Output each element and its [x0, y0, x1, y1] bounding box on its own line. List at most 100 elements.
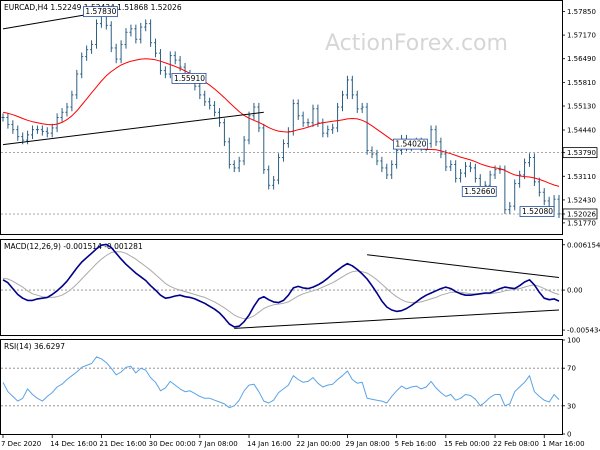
rsi-line: [2, 356, 560, 409]
price-bar: [144, 19, 148, 32]
price-bar: [1, 113, 5, 122]
price-bar: [198, 82, 202, 100]
price-bar: [557, 195, 561, 219]
price-bar: [341, 90, 345, 112]
price-bar: [326, 125, 330, 138]
price-bar: [380, 156, 384, 173]
price-bar: [537, 177, 541, 197]
x-tick-label: 14 Jan 16:00: [247, 440, 291, 448]
rsi-y-tick-label: 70: [567, 365, 576, 373]
price-bar: [154, 38, 158, 58]
price-bar: [129, 24, 133, 37]
price-bar: [55, 113, 59, 133]
macd-trendline: [234, 309, 560, 329]
x-tick-label: 7 Jan 08:00: [198, 440, 238, 448]
price-annotation-label: 1.52080: [522, 207, 553, 216]
price-annotation-label: 1.55910: [174, 74, 205, 83]
price-bar: [237, 156, 241, 173]
price-bar: [60, 108, 64, 122]
price-bar: [80, 52, 84, 79]
rsi-header: RSI(14) 36.6297: [4, 342, 65, 351]
price-bar: [11, 120, 15, 134]
price-bar: [149, 19, 153, 47]
price-annotation-label: 1.52660: [464, 187, 495, 196]
price-bar: [296, 99, 300, 120]
price-annotation-label: 1.57830: [85, 7, 116, 16]
price-annotation: 1.54020: [392, 138, 428, 150]
macd-trendline: [367, 254, 560, 279]
price-y-tick-label: 1.52026: [567, 210, 596, 218]
price-bar: [464, 162, 468, 178]
price-bar: [114, 43, 118, 64]
price-bar: [390, 160, 394, 180]
price-y-tick-label: 1.54440: [567, 127, 596, 135]
x-tick-label: 15 Feb 00:00: [444, 440, 490, 448]
price-bar: [542, 188, 546, 206]
price-bar: [498, 165, 502, 174]
price-annotation-label: 1.54020: [395, 140, 426, 149]
price-bar: [434, 125, 438, 147]
price-bar: [208, 97, 212, 110]
price-bar: [508, 202, 512, 214]
price-y-tick-label: 1.51770: [567, 219, 596, 227]
price-bar: [473, 163, 477, 183]
price-bar: [360, 102, 364, 113]
price-bar: [203, 90, 207, 107]
price-bar: [94, 19, 98, 49]
price-bar: [286, 127, 290, 148]
price-bar: [336, 102, 340, 133]
price-bar: [429, 125, 433, 148]
x-tick-label: 5 Feb 16:00: [395, 440, 436, 448]
price-bar: [459, 168, 463, 183]
price-bar: [124, 28, 128, 49]
price-bar: [134, 24, 138, 44]
price-bar: [449, 160, 453, 172]
x-tick-label: 29 Jan 08:00: [345, 440, 389, 448]
price-bar: [385, 163, 389, 180]
price-y-tick-label: 1.57170: [567, 32, 596, 40]
price-y-tick-label: 1.56490: [567, 55, 596, 63]
price-bar: [345, 75, 349, 100]
price-bar: [90, 40, 94, 54]
price-bar: [26, 130, 30, 145]
macd-y-tick-label: -0.005434: [567, 327, 600, 335]
price-bar: [262, 123, 266, 174]
x-tick-label: 22 Jan 00:00: [296, 440, 340, 448]
price-bar: [468, 162, 472, 173]
price-y-tick-label: 1.55810: [567, 79, 596, 87]
price-bar: [301, 111, 305, 127]
price-bar: [75, 69, 79, 100]
x-tick-label: 30 Dec 00:00: [149, 440, 196, 448]
macd-y-tick-label: 0.006154: [567, 241, 600, 249]
price-bar: [513, 179, 517, 211]
rsi-y-tick-label: 30: [567, 402, 576, 410]
price-y-tick-label: 1.53110: [567, 173, 596, 181]
price-y-tick-label: 1.57850: [567, 8, 596, 16]
price-bar: [6, 113, 10, 129]
price-bar: [65, 102, 69, 117]
price-annotation: 1.55910: [171, 72, 207, 84]
price-bar: [306, 118, 310, 127]
price-bar: [85, 45, 89, 61]
price-bar: [439, 137, 443, 159]
price-bar: [257, 102, 261, 133]
price-bar: [35, 125, 39, 134]
price-bar: [267, 165, 271, 190]
price-bar: [247, 111, 251, 145]
x-tick-label: 14 Dec 16:00: [50, 440, 97, 448]
macd-header: MACD(12,26,9) -0.001514 -0.001281: [4, 242, 143, 251]
price-bar: [119, 40, 123, 64]
price-bar: [213, 101, 217, 117]
price-bar: [291, 99, 295, 136]
price-bar: [139, 22, 143, 44]
price-bar: [277, 153, 281, 185]
price-bar: [321, 118, 325, 138]
macd-y-tick-label: 0.00: [567, 287, 583, 295]
price-bar: [355, 90, 359, 113]
price-bar: [16, 125, 20, 141]
rsi-y-tick-label: 100: [567, 337, 580, 345]
price-y-tick-label: 1.55130: [567, 103, 596, 111]
price-bar: [503, 165, 507, 214]
price-bar: [454, 160, 458, 183]
x-tick-label: 7 Dec 2020: [1, 440, 41, 448]
